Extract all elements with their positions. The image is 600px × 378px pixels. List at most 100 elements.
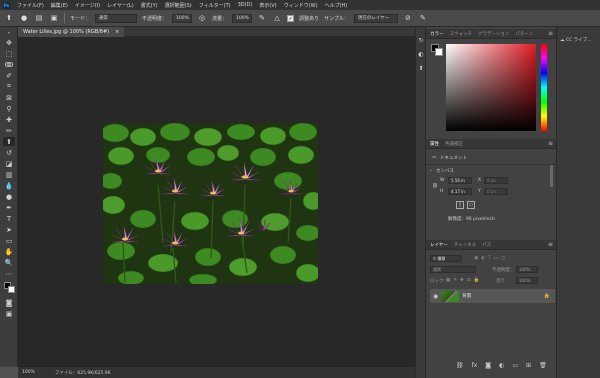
tab-adjustments[interactable]: 色調補正 <box>445 141 463 147</box>
eraser-tool-icon[interactable]: ◪ <box>3 159 15 168</box>
eyedropper-tool-icon[interactable]: ⚲ <box>3 104 15 113</box>
path-select-tool-icon[interactable]: ➤ <box>3 225 15 234</box>
tab-channels[interactable]: チャンネル <box>454 242 476 248</box>
menu-file[interactable]: ファイル(F) <box>17 2 44 9</box>
move-tool-icon[interactable]: ✥ <box>3 38 15 47</box>
collapse-arrows-icon[interactable]: » <box>3 29 15 35</box>
brush-tool-icon[interactable]: ✏ <box>3 126 15 135</box>
color-field[interactable] <box>446 44 536 131</box>
clone-stamp-preset-icon[interactable]: ⬆ <box>4 13 14 23</box>
background-color-swatch[interactable] <box>8 286 15 293</box>
menu-help[interactable]: ヘルプ(H) <box>325 2 348 9</box>
crop-tool-icon[interactable]: ⌗ <box>3 82 15 91</box>
y-field[interactable]: 0 px <box>484 188 508 195</box>
brush-size-icon[interactable]: ● <box>19 13 29 23</box>
blur-tool-icon[interactable]: 💧 <box>3 181 15 190</box>
angle-icon[interactable]: △ <box>272 13 282 23</box>
lock-icons[interactable]: ▦✎✥⊡🔒 <box>446 278 482 283</box>
layer-filter-icons[interactable]: ▣◐T▭◫ <box>474 256 508 261</box>
mode-select[interactable]: 通常 <box>95 13 138 23</box>
marquee-tool-icon[interactable]: ⬚ <box>3 49 15 58</box>
history-panel-icon[interactable]: ↻ <box>417 37 425 45</box>
tab-properties[interactable]: 属性 <box>430 141 439 147</box>
flow-field[interactable]: 100% <box>232 13 253 23</box>
menu-window[interactable]: ウィンドウ(W) <box>284 2 318 9</box>
menu-type[interactable]: 書式(Y) <box>141 2 158 9</box>
screen-mode-icon[interactable]: ▣ <box>3 309 15 318</box>
landscape-icon[interactable]: ▭ <box>467 201 475 209</box>
layers-menu-icon[interactable]: ≡ <box>548 241 553 248</box>
x-field[interactable]: 0 px <box>484 177 508 184</box>
clone-source-icon[interactable]: ⬆ <box>417 65 425 73</box>
quick-select-tool-icon[interactable]: ✐ <box>3 71 15 80</box>
layer-opacity-field[interactable]: 100% <box>516 266 538 273</box>
gradient-tool-icon[interactable]: ▥ <box>3 170 15 179</box>
layer-filter-select[interactable]: ⚲ 種類 <box>430 255 462 262</box>
properties-menu-icon[interactable]: ≡ <box>548 140 553 147</box>
blend-mode-select[interactable]: 通常 <box>430 266 476 273</box>
tab-paths[interactable]: パス <box>482 242 491 248</box>
hand-tool-icon[interactable]: ✋ <box>3 247 15 256</box>
pressure-opacity-icon[interactable]: ◎ <box>197 13 207 23</box>
menu-edit[interactable]: 編集(E) <box>51 2 68 9</box>
zoom-level[interactable]: 100% <box>22 370 35 375</box>
menu-view[interactable]: 表示(V) <box>259 2 276 9</box>
layer-row-background[interactable]: ◉ 背景 🔒 <box>430 289 555 303</box>
water-lilies-image[interactable] <box>103 123 318 284</box>
type-tool-icon[interactable]: T <box>3 214 15 223</box>
color-bg-swatch[interactable] <box>435 48 443 56</box>
pen-tool-icon[interactable]: ✒ <box>3 203 15 212</box>
menu-filter[interactable]: フィルター(T) <box>199 2 231 9</box>
healing-brush-tool-icon[interactable]: ✚ <box>3 115 15 124</box>
zoom-tool-icon[interactable]: 🔍 <box>3 258 15 267</box>
link-icon[interactable]: ⛓ <box>432 184 438 189</box>
new-layer-icon[interactable]: ⊞ <box>526 362 531 369</box>
frame-tool-icon[interactable]: ⊠ <box>3 93 15 102</box>
cc-libraries-tab[interactable]: ☁ CC ライブ... <box>560 37 591 43</box>
file-info[interactable]: ファイル：625.9K/625.9K <box>55 370 111 376</box>
width-field[interactable]: 5.56 in <box>448 177 472 184</box>
portrait-icon[interactable]: ▯ <box>456 201 464 209</box>
clone-source-panel-icon[interactable]: ▤ <box>34 13 44 23</box>
rectangle-tool-icon[interactable]: ▭ <box>3 236 15 245</box>
panel-menu-icon[interactable]: ≡ <box>548 30 553 37</box>
chevron-down-icon[interactable]: ⌄ <box>429 168 433 173</box>
opacity-field[interactable]: 100% <box>172 13 193 23</box>
add-mask-icon[interactable]: ◙ <box>485 362 491 369</box>
eye-icon[interactable]: ◉ <box>433 293 438 300</box>
clone-stamp-tool-icon[interactable]: ⬆ <box>3 137 15 146</box>
properties-scrollbar[interactable] <box>550 165 553 187</box>
tab-gradients[interactable]: グラデーション <box>478 31 509 37</box>
tab-swatches[interactable]: スウォッチ <box>450 31 473 37</box>
fill-field[interactable]: 100% <box>516 277 538 284</box>
tab-patterns[interactable]: パターン <box>515 31 533 37</box>
lasso-tool-icon[interactable]: ↂ <box>3 60 15 69</box>
aligned-checkbox[interactable]: ✓ <box>287 14 295 22</box>
quick-mask-icon[interactable]: ◙ <box>3 298 15 307</box>
fx-icon[interactable]: fx <box>472 362 478 369</box>
sample-select[interactable]: 現在のレイヤー <box>353 13 398 23</box>
document-tab[interactable]: Water Lilies.jpg @ 100% (RGB/8#) × <box>18 27 125 37</box>
adjust-panel-icon[interactable]: ◐ <box>417 51 425 59</box>
menu-image[interactable]: イメージ(I) <box>75 2 100 9</box>
link-layers-icon[interactable]: ⛓ <box>456 362 464 369</box>
menu-3d[interactable]: 3D(D) <box>238 2 253 8</box>
canvas-workspace[interactable] <box>18 37 415 366</box>
airbrush-icon[interactable]: ✎ <box>257 13 267 23</box>
close-tab-icon[interactable]: × <box>115 27 119 37</box>
menu-layer[interactable]: レイヤー(L) <box>107 2 134 9</box>
new-group-icon[interactable]: ▭ <box>512 362 518 369</box>
tab-layers[interactable]: レイヤー <box>430 242 448 248</box>
menu-select[interactable]: 選択範囲(S) <box>165 2 192 9</box>
history-brush-tool-icon[interactable]: ↺ <box>3 148 15 157</box>
ignore-adjustment-icon[interactable]: ⊘ <box>403 13 413 23</box>
pressure-size-icon[interactable]: ✎ <box>418 13 428 23</box>
more-tools-icon[interactable]: ⋯ <box>3 269 15 278</box>
height-field[interactable]: 4.17 in <box>448 188 472 195</box>
new-adjustment-icon[interactable]: ◐ <box>499 362 504 369</box>
brush-panel-icon[interactable]: ▣ <box>49 13 59 23</box>
hue-slider[interactable] <box>541 44 547 131</box>
tab-color[interactable]: カラー <box>430 31 444 37</box>
trash-icon[interactable]: 🗑 <box>539 362 547 369</box>
dodge-tool-icon[interactable]: ● <box>3 192 15 201</box>
